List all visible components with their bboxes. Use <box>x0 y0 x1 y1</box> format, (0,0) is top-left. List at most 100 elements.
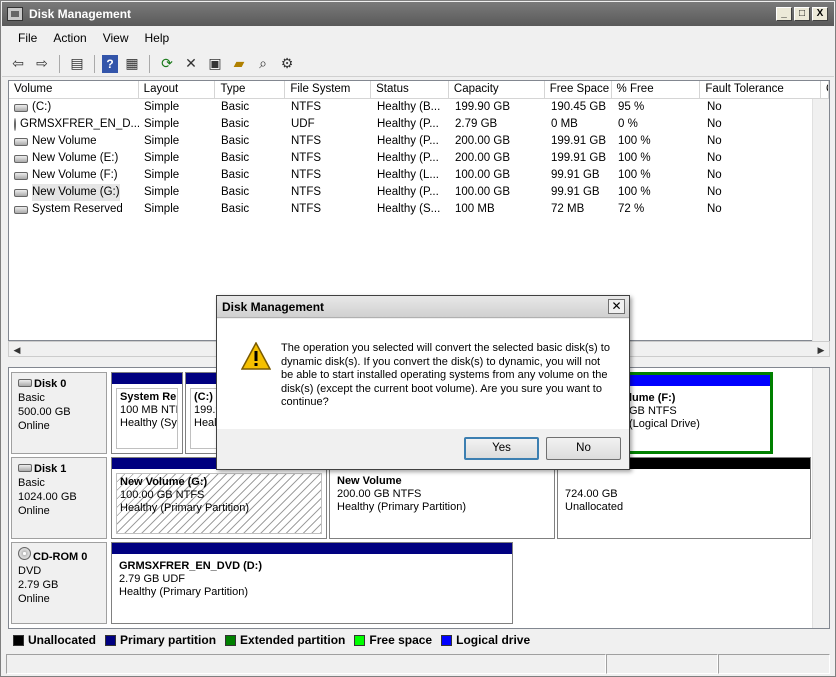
cell-volume: (C:) <box>9 99 139 116</box>
search-icon[interactable]: ⌕ <box>253 54 273 74</box>
disk-row: CD-ROM 0 DVD 2.79 GB Online GRMSXFRER_EN… <box>11 542 817 624</box>
cell-status: Healthy (B... <box>377 101 441 113</box>
legend-swatch <box>441 634 453 646</box>
no-button[interactable]: No <box>546 437 621 460</box>
table-row[interactable]: New Volume (G:) Simple Basic NTFS Healthy (P… <box>9 184 829 201</box>
cell-type: Basic <box>221 169 250 181</box>
cell-fs: NTFS <box>291 203 322 215</box>
cdrom-label[interactable]: CD-ROM 0 DVD 2.79 GB Online <box>11 542 107 624</box>
col-freespace[interactable]: Free Space <box>545 81 612 98</box>
disk-icon <box>18 464 32 472</box>
col-pctfree[interactable]: % Free <box>612 81 701 98</box>
cell-layout: Simple <box>144 118 180 130</box>
table-row[interactable]: GRMSXFRER_EN_D... Simple Basic UDF Healthy (… <box>9 116 829 133</box>
menu-view[interactable]: View <box>95 31 137 45</box>
cell-volume: GRMSXFRER_EN_D... <box>9 116 139 133</box>
table-row[interactable]: New Volume Simple Basic NTFS Healthy (P... 20… <box>9 133 829 150</box>
forward-icon[interactable]: ⇨ <box>32 54 52 74</box>
cell-fs: NTFS <box>291 169 322 181</box>
legend-swatch <box>13 634 24 646</box>
menu-action[interactable]: Action <box>45 31 94 45</box>
col-volume[interactable]: Volume <box>9 81 139 98</box>
col-filesystem[interactable]: File System <box>285 81 372 98</box>
cell-volume: New Volume (G:) <box>9 184 139 201</box>
cell-fs: NTFS <box>291 101 322 113</box>
open-icon[interactable]: ▰ <box>229 54 249 74</box>
close-button[interactable]: X <box>812 7 828 21</box>
cell-pct: 100 % <box>618 152 651 164</box>
disk-icon <box>14 205 28 214</box>
yes-button[interactable]: Yes <box>464 437 539 460</box>
graphical-view-scrollbar[interactable] <box>812 368 829 628</box>
list-view-icon[interactable]: ▦ <box>122 54 142 74</box>
disk-label[interactable]: Disk 0 Basic 500.00 GB Online <box>11 372 107 454</box>
col-layout[interactable]: Layout <box>139 81 216 98</box>
status-bar <box>6 654 832 674</box>
cell-fs: NTFS <box>291 186 322 198</box>
col-fault[interactable]: Fault Tolerance <box>700 81 822 98</box>
partition-system-reserved[interactable]: System Re100 MB NTFSHealthy (Sys <box>111 372 183 454</box>
cell-type: Basic <box>221 101 250 113</box>
cell-free: 199.91 GB <box>551 135 606 147</box>
cell-status: Healthy (P... <box>377 118 439 130</box>
cell-layout: Simple <box>144 169 180 181</box>
legend-swatch <box>225 634 237 646</box>
cell-layout: Simple <box>144 135 180 147</box>
toolbar: ⇦ ⇨ ▤ ? ▦ ⟳ ✕ ▣ ▰ ⌕ ⚙ <box>2 51 834 77</box>
cell-capacity: 100 MB <box>455 203 495 215</box>
maximize-button[interactable]: □ <box>794 7 810 21</box>
menu-help[interactable]: Help <box>137 31 178 45</box>
back-icon[interactable]: ⇦ <box>8 54 28 74</box>
minimize-button[interactable]: _ <box>776 7 792 21</box>
dialog-message: The operation you selected will convert … <box>281 342 610 408</box>
table-row[interactable]: New Volume (E:) Simple Basic NTFS Healthy (P… <box>9 150 829 167</box>
cell-fault: No <box>707 203 722 215</box>
col-status[interactable]: Status <box>371 81 449 98</box>
table-row[interactable]: (C:) Simple Basic NTFS Healthy (B... 199.90 G… <box>9 99 829 116</box>
cell-fault: No <box>707 101 722 113</box>
cell-capacity: 199.90 GB <box>455 101 510 113</box>
disk-icon <box>14 188 28 197</box>
cell-volume: System Reserved <box>9 201 139 218</box>
col-type[interactable]: Type <box>215 81 286 98</box>
scroll-right-icon[interactable]: ▶ <box>813 342 829 358</box>
legend-swatch <box>105 634 117 646</box>
col-overhead[interactable]: O <box>821 81 830 98</box>
cdrom-icon <box>14 118 16 131</box>
cell-capacity: 2.79 GB <box>455 118 498 130</box>
settings-icon[interactable]: ⚙ <box>277 54 297 74</box>
console-tree-icon[interactable]: ▤ <box>67 54 87 74</box>
cell-layout: Simple <box>144 186 180 198</box>
delete-icon[interactable]: ✕ <box>181 54 201 74</box>
disk-icon <box>14 171 28 180</box>
partition-f[interactable]: lume (F:) GB NTFS (Logical Drive) <box>625 372 773 454</box>
scroll-left-icon[interactable]: ◀ <box>9 342 25 358</box>
cell-pct: 100 % <box>618 169 651 181</box>
cell-free: 190.45 GB <box>551 101 606 113</box>
cell-layout: Simple <box>144 152 180 164</box>
cell-pct: 0 % <box>618 118 638 130</box>
help-icon[interactable]: ? <box>102 54 118 73</box>
refresh-icon[interactable]: ⟳ <box>157 54 177 74</box>
cell-fs: NTFS <box>291 152 322 164</box>
disk-label[interactable]: Disk 1 Basic 1024.00 GB Online <box>11 457 107 539</box>
cell-status: Healthy (P... <box>377 152 439 164</box>
table-row[interactable]: System Reserved Simple Basic NTFS Healthy (S… <box>9 201 829 218</box>
cell-free: 72 MB <box>551 203 585 215</box>
cell-volume: New Volume (F:) <box>9 167 139 184</box>
cell-fs: UDF <box>291 118 315 130</box>
menu-file[interactable]: File <box>10 31 45 45</box>
cell-layout: Simple <box>144 101 180 113</box>
properties-icon[interactable]: ▣ <box>205 54 225 74</box>
cell-fault: No <box>707 118 722 130</box>
cell-pct: 100 % <box>618 186 651 198</box>
dialog-close-button[interactable]: ✕ <box>608 299 625 314</box>
table-row[interactable]: New Volume (F:) Simple Basic NTFS Healthy (L… <box>9 167 829 184</box>
volume-list-scrollbar[interactable] <box>812 99 829 342</box>
col-capacity[interactable]: Capacity <box>449 81 545 98</box>
cell-fs: NTFS <box>291 135 322 147</box>
cell-free: 0 MB <box>551 118 578 130</box>
cell-free: 99.91 GB <box>551 169 600 181</box>
partition-d[interactable]: GRMSXFRER_EN_DVD (D:) 2.79 GB UDF Healthy … <box>111 542 513 624</box>
cell-fault: No <box>707 135 722 147</box>
